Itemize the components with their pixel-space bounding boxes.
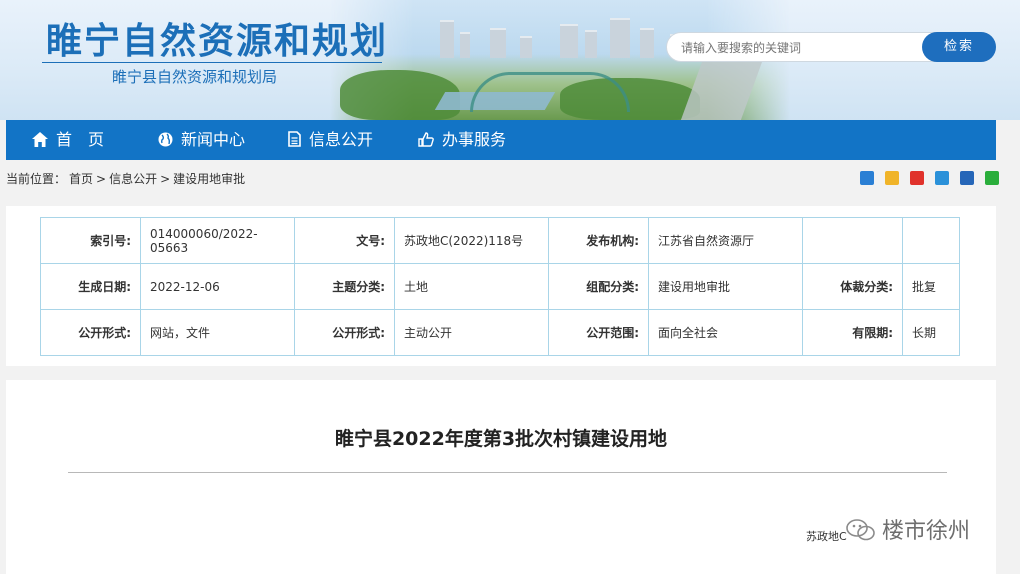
document-number: 苏政地C (806, 530, 847, 543)
qzone-icon[interactable] (885, 171, 900, 185)
meta-value: 长期 (902, 309, 960, 356)
add-icon[interactable] (860, 171, 874, 185)
home-icon (32, 132, 48, 147)
document-icon (288, 131, 301, 147)
breadcrumb-home[interactable]: 首页 (69, 172, 93, 186)
wechat-icon[interactable] (985, 171, 1000, 185)
title-divider (68, 472, 947, 473)
breadcrumb: 当前位置： 首页 > 信息公开 > 建设用地审批 (6, 170, 248, 187)
meta-value: 主动公开 (394, 309, 549, 356)
meta-label: 公开形式: (294, 309, 395, 356)
watermark-text: 楼市徐州 (882, 519, 971, 544)
meta-label: 有限期: (802, 309, 903, 356)
meta-value: 批复 (902, 263, 960, 310)
info-panel: 索引号: 014000060/2022-05663 文号: 苏政地C(2022)… (6, 206, 996, 366)
search-button[interactable]: 检索 (922, 32, 996, 62)
breadcrumb-prefix: 当前位置： (6, 172, 67, 186)
meta-value: 土地 (394, 263, 549, 310)
weibo-icon[interactable] (910, 171, 925, 185)
nav-service-label: 办事服务 (442, 130, 507, 149)
nav-item-service[interactable]: 办事服务 (418, 120, 506, 160)
nav-item-home[interactable]: 首 页 (32, 120, 104, 160)
breadcrumb-sep: > (96, 172, 107, 186)
metadata-table: 索引号: 014000060/2022-05663 文号: 苏政地C(2022)… (40, 217, 960, 356)
nav-item-news[interactable]: 新闻中心 (158, 120, 245, 160)
meta-value: 江苏省自然资源厅 (648, 217, 803, 264)
meta-label: 组配分类: (548, 263, 649, 310)
meta-value: 建设用地审批 (648, 263, 803, 310)
breadcrumb-current[interactable]: 建设用地审批 (173, 172, 245, 186)
meta-value: 网站，文件 (140, 309, 295, 356)
renren-icon[interactable] (960, 171, 975, 185)
article-body: 睢宁县2022年度第3批次村镇建设用地 苏政地C 楼市徐州 (6, 380, 996, 574)
meta-label: 发布机构: (548, 217, 649, 264)
meta-label (802, 217, 903, 264)
title-divider (42, 62, 382, 63)
search-box: 检索 (666, 32, 996, 62)
nav-news-label: 新闻中心 (181, 130, 246, 149)
meta-label: 主题分类: (294, 263, 395, 310)
site-subtitle: 睢宁县自然资源和规划局 (112, 68, 278, 86)
thumbs-up-icon (418, 132, 434, 147)
table-row: 生成日期: 2022-12-06 主题分类: 土地 组配分类: 建设用地审批 体… (40, 263, 960, 310)
breadcrumb-info[interactable]: 信息公开 (109, 172, 157, 186)
tencent-weibo-icon[interactable] (935, 171, 950, 185)
article-title: 睢宁县2022年度第3批次村镇建设用地 (334, 428, 668, 450)
header-banner: 睢宁自然资源和规划 睢宁县自然资源和规划局 检索 (0, 0, 1020, 120)
meta-label: 公开形式: (40, 309, 141, 356)
share-bar (860, 171, 1005, 187)
nav-item-info[interactable]: 信息公开 (288, 120, 373, 160)
watermark: 楼市徐州 (846, 513, 970, 545)
meta-label: 索引号: (40, 217, 141, 264)
nav-info-label: 信息公开 (309, 130, 374, 149)
meta-label: 公开范围: (548, 309, 649, 356)
wechat-logo-icon (846, 519, 875, 541)
nav-home-label: 首 页 (56, 130, 105, 149)
table-row: 索引号: 014000060/2022-05663 文号: 苏政地C(2022)… (40, 217, 960, 264)
meta-label: 生成日期: (40, 263, 141, 310)
meta-value: 014000060/2022-05663 (140, 217, 295, 264)
meta-value (902, 217, 960, 264)
meta-value: 2022-12-06 (140, 263, 295, 310)
table-row: 公开形式: 网站，文件 公开形式: 主动公开 公开范围: 面向全社会 有限期: … (40, 309, 960, 356)
globe-icon (158, 132, 173, 147)
search-input[interactable] (681, 38, 921, 58)
main-nav: 首 页 新闻中心 信息公开 办事服务 (6, 120, 996, 160)
breadcrumb-sep: > (160, 172, 171, 186)
meta-label: 文号: (294, 217, 395, 264)
meta-value: 苏政地C(2022)118号 (394, 217, 549, 264)
meta-value: 面向全社会 (648, 309, 803, 356)
meta-label: 体裁分类: (802, 263, 903, 310)
site-title: 睢宁自然资源和规划 (46, 21, 389, 61)
